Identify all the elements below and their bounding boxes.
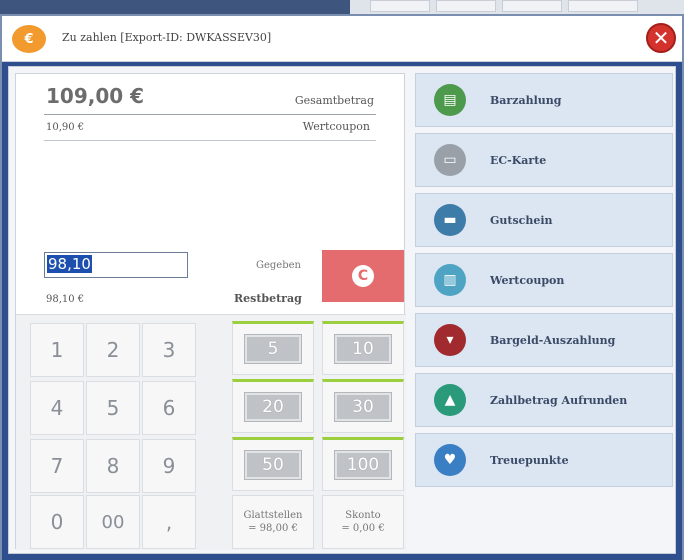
pay-card-label: EC-Karte [490,153,547,167]
key-9[interactable]: 9 [142,439,196,493]
pay-voucher-button[interactable]: ▬ Gutschein [415,193,673,247]
banknote-icon: 100 [334,450,392,480]
banknote-icon: 30 [334,392,392,422]
round-off-button[interactable]: Glattstellen = 98,00 € [232,495,314,549]
coins-hand-icon: € [12,25,46,53]
background-bar [0,0,350,14]
key-0[interactable]: 0 [30,495,84,549]
round-off-value: = 98,00 € [248,523,298,534]
clear-button[interactable]: C [322,250,404,302]
key-00[interactable]: 00 [86,495,140,549]
banknote-icon: 20 [244,392,302,422]
pay-card-button[interactable]: ▭ EC-Karte [415,133,673,187]
background-tile [502,0,562,12]
round-up-icon: ▲ [434,384,466,416]
close-icon: ✕ [652,26,670,50]
pay-cash-label: Barzahlung [490,93,562,107]
coupon-label: Wertcoupon [302,120,370,133]
pay-coupon-button[interactable]: ▥ Wertcoupon [415,253,673,307]
total-label: Gesamtbetrag [294,94,374,107]
note-5-button[interactable]: 5 [232,321,314,375]
pay-cash-button[interactable]: ▤ Barzahlung [415,73,673,127]
note-20-button[interactable]: 20 [232,379,314,433]
cash-out-icon: ▾ [434,324,466,356]
key-4[interactable]: 4 [30,381,84,435]
cash-register-icon: ▤ [434,84,466,116]
card-icon: ▭ [434,144,466,176]
banknote-icon: 10 [334,334,392,364]
key-7[interactable]: 7 [30,439,84,493]
key-comma[interactable]: , [142,495,196,549]
discount-value: = 0,00 € [341,523,385,534]
divider [44,140,376,141]
banknote-icon: 50 [244,450,302,480]
given-amount-input[interactable]: 98,10 [44,252,188,278]
key-5[interactable]: 5 [86,381,140,435]
rest-label: Restbetrag [234,292,302,305]
discount-label: Skonto [345,510,381,521]
voucher-icon: ▬ [434,204,466,236]
given-label: Gegeben [256,260,301,271]
payment-dialog: € Zu zahlen [Export-ID: DWKASSEV30] ✕ 10… [2,16,682,560]
amount-panel: 109,00 € Gesamtbetrag 10,90 € Wertcoupon… [15,73,406,550]
key-2[interactable]: 2 [86,323,140,377]
background-window [0,0,684,14]
banknote-icon: 5 [244,334,302,364]
loyalty-points-label: Treuepunkte [490,453,569,467]
background-tile [568,0,638,12]
given-amount-value: 98,10 [47,255,92,273]
discount-button[interactable]: Skonto = 0,00 € [322,495,404,549]
note-50-button[interactable]: 50 [232,437,314,491]
key-3[interactable]: 3 [142,323,196,377]
cash-out-button[interactable]: ▾ Bargeld-Auszahlung [415,313,673,367]
key-8[interactable]: 8 [86,439,140,493]
note-100-button[interactable]: 100 [322,437,404,491]
dialog-content: 109,00 € Gesamtbetrag 10,90 € Wertcoupon… [8,66,676,554]
keypad: 1 2 3 4 5 6 7 8 9 0 00 , 5 10 20 30 50 1… [16,314,406,550]
background-tile [370,0,430,12]
round-up-label: Zahlbetrag Aufrunden [490,393,628,407]
dialog-title: Zu zahlen [Export-ID: DWKASSEV30] [62,31,272,44]
note-30-button[interactable]: 30 [322,379,404,433]
close-button[interactable]: ✕ [646,23,676,53]
payment-methods: ▤ Barzahlung ▭ EC-Karte ▬ Gutschein ▥ We… [415,73,673,549]
note-10-button[interactable]: 10 [322,321,404,375]
rest-amount: 98,10 € [46,294,85,305]
key-1[interactable]: 1 [30,323,84,377]
total-amount: 109,00 € [46,84,145,108]
clear-icon: C [352,265,374,287]
loyalty-points-button[interactable]: ♥ Treuepunkte [415,433,673,487]
pay-voucher-label: Gutschein [490,213,553,227]
key-6[interactable]: 6 [142,381,196,435]
round-off-label: Glattstellen [243,510,303,521]
pay-coupon-label: Wertcoupon [490,273,565,287]
dialog-titlebar: € Zu zahlen [Export-ID: DWKASSEV30] ✕ [2,16,682,62]
background-tile [436,0,496,12]
coupon-amount: 10,90 € [46,122,85,133]
cash-out-label: Bargeld-Auszahlung [490,333,616,347]
loyalty-icon: ♥ [434,444,466,476]
round-up-button[interactable]: ▲ Zahlbetrag Aufrunden [415,373,673,427]
coupon-icon: ▥ [434,264,466,296]
divider [44,114,376,115]
